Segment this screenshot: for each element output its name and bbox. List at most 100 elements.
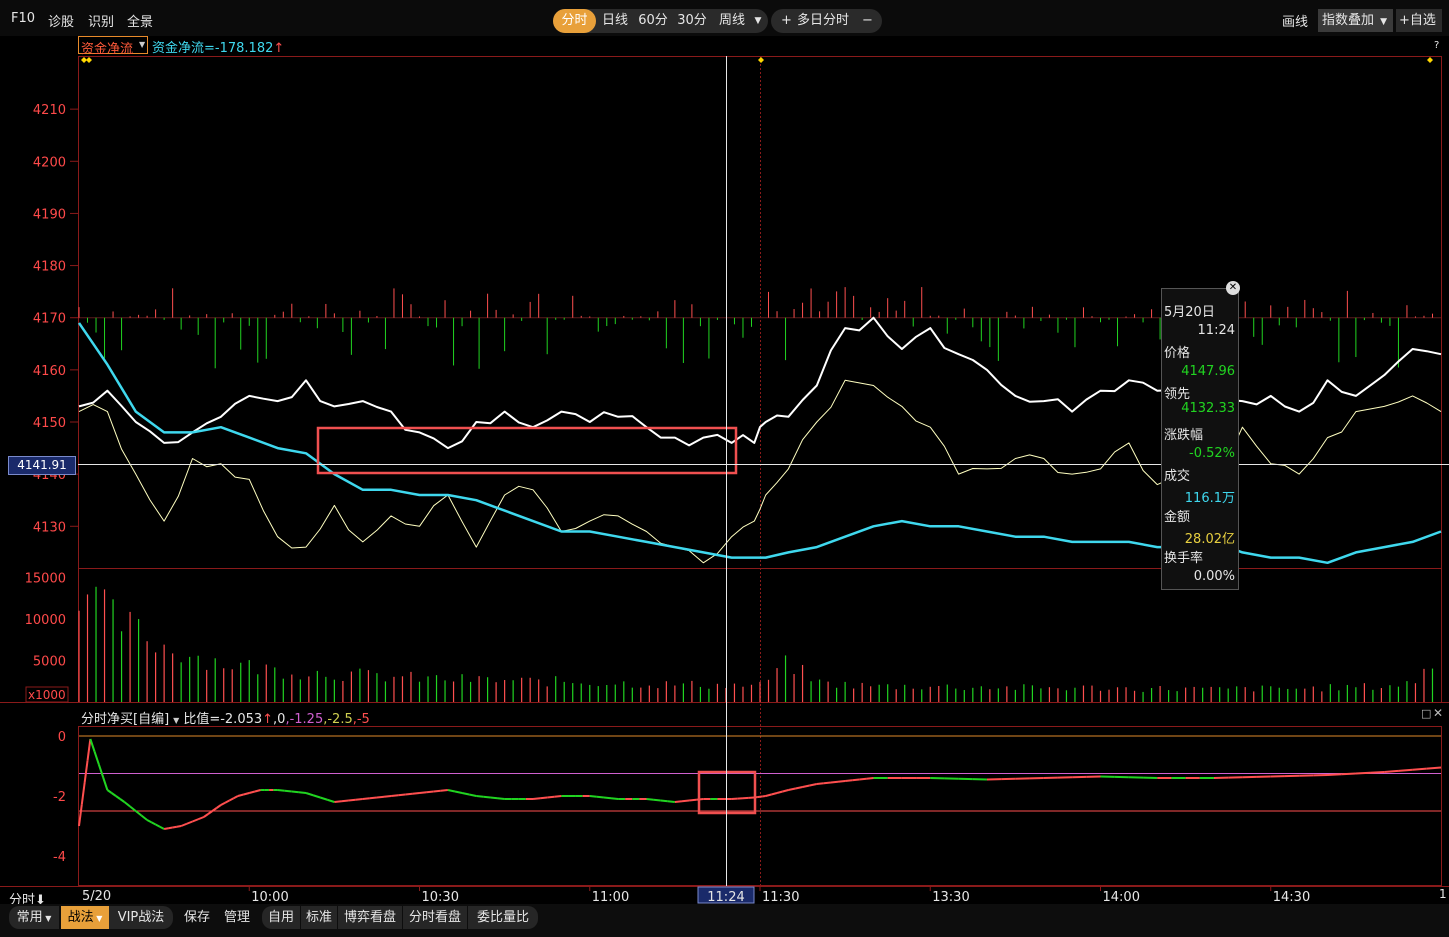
tab-standard[interactable]: 标准 (301, 906, 337, 929)
net-buy-segment (1384, 769, 1399, 773)
net-buy-segment (97, 764, 105, 778)
net-buy-segment (123, 801, 131, 808)
net-buy-segment (78, 804, 83, 827)
net-buy-segment (102, 776, 109, 791)
price-tick-label: 4190 (33, 207, 66, 222)
net-buy-segment (809, 783, 817, 787)
net-buy-segment (802, 784, 810, 788)
net-buy-segment (180, 822, 188, 827)
tooltip-volume: 116.1万 (1184, 491, 1235, 506)
subpanel-tick-label: 0 (58, 730, 66, 745)
net-buy-segment (837, 780, 846, 783)
manage-button[interactable]: 管理 (220, 906, 254, 929)
tooltip-amount: 28.02亿 (1184, 532, 1235, 547)
net-buy-segment (86, 738, 92, 761)
tab-bid-volume-ratio[interactable]: 委比量比 (468, 906, 538, 929)
net-buy-segment (610, 797, 619, 800)
chevron-down-icon[interactable]: ▼ (173, 716, 179, 725)
net-buy-segment (603, 796, 612, 800)
time-tick-label: 14:30 (1273, 890, 1310, 905)
net-buy-segment (291, 790, 300, 794)
net-buy-segment (140, 814, 148, 821)
price-tick-label: 4170 (33, 312, 66, 327)
time-tick-label: 10:00 (251, 890, 288, 905)
volume-tick-label: 10000 (25, 613, 66, 628)
net-buy-segment (830, 780, 839, 784)
net-buy-segment (845, 779, 853, 782)
subpanel-tick-label: -2 (53, 790, 66, 805)
volume-unit-label: x1000 (28, 688, 66, 702)
net-buy-segment (433, 789, 441, 793)
net-buy-segment (468, 793, 477, 797)
net-buy-segment (646, 798, 654, 801)
net-buy-segment (111, 792, 117, 797)
volume-tick-label: 5000 (33, 654, 66, 669)
net-buy-segment (1370, 771, 1385, 774)
net-buy-segment (228, 797, 235, 802)
net-buy-segment (447, 789, 456, 793)
tab-intraday-view[interactable]: 分时看盘 (403, 906, 467, 929)
subpanel-name[interactable]: 分时净买[自编] (81, 712, 169, 727)
net-buy-segment (326, 798, 335, 803)
net-buy-segment (369, 796, 378, 800)
tab-tactics-label: 战法 (67, 910, 94, 925)
net-buy-segment (539, 796, 548, 800)
net-buy-segment (159, 825, 165, 830)
net-buy-segment (192, 818, 199, 823)
net-buy-segment (1327, 773, 1342, 776)
tooltip-price: 4147.96 (1181, 364, 1235, 379)
net-buy-segment (419, 791, 427, 794)
tooltip-change-label: 涨跌幅 (1164, 428, 1204, 443)
up-arrow-icon: ↑ (262, 712, 274, 727)
net-buy-segment (596, 795, 605, 799)
tab-vip-tactics[interactable]: VIP战法 (109, 906, 173, 929)
time-axis-date: 5/20 (82, 889, 112, 904)
net-buy-segment (765, 793, 772, 797)
tab-game-view[interactable]: 博弈看盘 (338, 906, 402, 929)
net-buy-segment (119, 798, 125, 803)
level-2: ,-2.5 (323, 712, 353, 727)
tab-custom[interactable]: 自用 (262, 906, 300, 929)
tooltip-lead-label: 领先 (1164, 387, 1191, 402)
net-buy-segment (795, 786, 803, 790)
level-3: ,-5 (352, 712, 370, 727)
net-buy-segment (334, 800, 342, 803)
net-buy-segment (1341, 772, 1356, 776)
tooltip-time: 11:24 (1197, 323, 1235, 338)
volume-tick-label: 15000 (25, 571, 66, 586)
net-buy-segment (220, 801, 226, 806)
net-buy-segment (788, 787, 796, 791)
net-buy-segment (483, 795, 491, 799)
close-icon[interactable]: ✕ (1226, 281, 1240, 295)
net-buy-segment (233, 795, 239, 800)
price-tick-label: 4180 (33, 260, 66, 275)
tooltip-date: 5月20日 (1164, 305, 1215, 320)
net-buy-segment (398, 793, 406, 797)
net-buy-segment (497, 797, 505, 800)
net-buy-segment (412, 792, 420, 795)
net-buy-segment (89, 738, 96, 753)
net-buy-segment (589, 795, 597, 798)
tab-tactics[interactable]: 战法 ▼ (61, 906, 109, 929)
net-buy-segment (146, 819, 152, 824)
net-buy-segment (203, 813, 209, 818)
net-buy-segment (319, 796, 328, 801)
close-icon[interactable]: ✕ (1433, 706, 1443, 720)
net-buy-segment (405, 792, 413, 796)
maximize-icon[interactable]: □ (1421, 707, 1431, 720)
net-buy-segment (859, 777, 867, 781)
session-markers (81, 57, 1433, 63)
net-buy-segment (476, 795, 484, 798)
net-buy-segment (681, 799, 690, 803)
net-buy-segment (284, 789, 292, 793)
time-tick-label: 14:00 (1103, 890, 1140, 905)
marker-diamond (86, 57, 92, 63)
subpanel-header: 分时净买[自编] ▼ 比值=-2.053↑,0,-1.25,-2.5,-5 (81, 708, 370, 727)
save-button[interactable]: 保存 (180, 906, 214, 929)
tab-common[interactable]: 常用 ▼ (9, 906, 59, 929)
net-buy-segment (355, 798, 363, 801)
tooltip-price-label: 价格 (1164, 346, 1191, 361)
tooltip-change: -0.52% (1189, 446, 1235, 461)
net-buy-segment (667, 800, 675, 803)
net-buy-segment (852, 778, 860, 782)
